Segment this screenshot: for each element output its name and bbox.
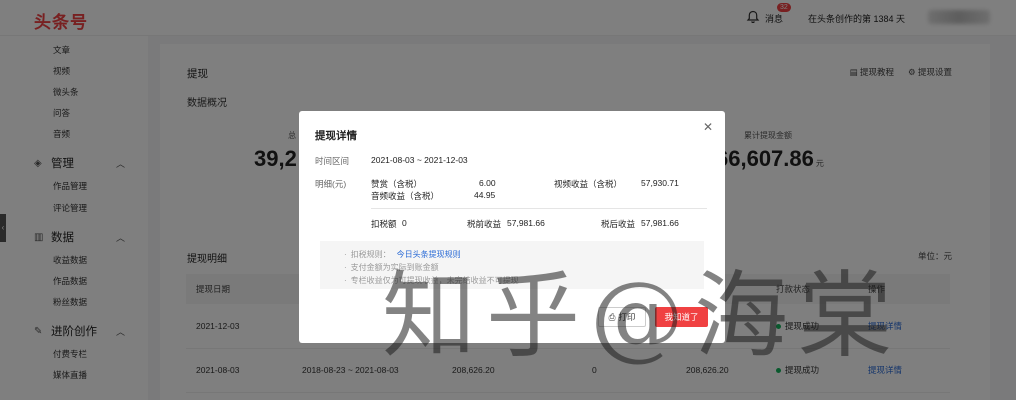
- aftertax-value: 57,981.66: [641, 218, 679, 228]
- deduct-tax-label: 扣税额: [371, 219, 397, 229]
- pretax-value: 57,981.66: [507, 218, 545, 228]
- detail-label: 明细(元): [315, 179, 347, 189]
- period-value: 2021-08-03 ~ 2021-12-03: [371, 155, 468, 165]
- modal-title: 提现详情: [315, 130, 357, 142]
- bullet-icon: ·: [344, 263, 347, 272]
- audio-income-label: 音频收益（含税）: [371, 191, 440, 201]
- audio-income-value: 44.95: [474, 190, 496, 200]
- divider: [371, 208, 707, 209]
- watermark: 知乎@海棠: [382, 262, 903, 371]
- reward-value: 6.00: [479, 178, 496, 188]
- video-income-value: 57,930.71: [641, 178, 679, 188]
- video-income-label: 视频收益（含税）: [554, 179, 623, 189]
- period-label: 时间区间: [315, 156, 350, 166]
- deduct-tax-value: 0: [402, 218, 407, 228]
- reward-label: 赞赏（含税）: [371, 179, 423, 189]
- aftertax-label: 税后收益: [601, 219, 636, 229]
- bullet-icon: ·: [344, 250, 347, 259]
- pretax-label: 税前收益: [467, 219, 502, 229]
- bullet-icon: ·: [344, 276, 347, 285]
- close-icon[interactable]: ✕: [703, 120, 713, 134]
